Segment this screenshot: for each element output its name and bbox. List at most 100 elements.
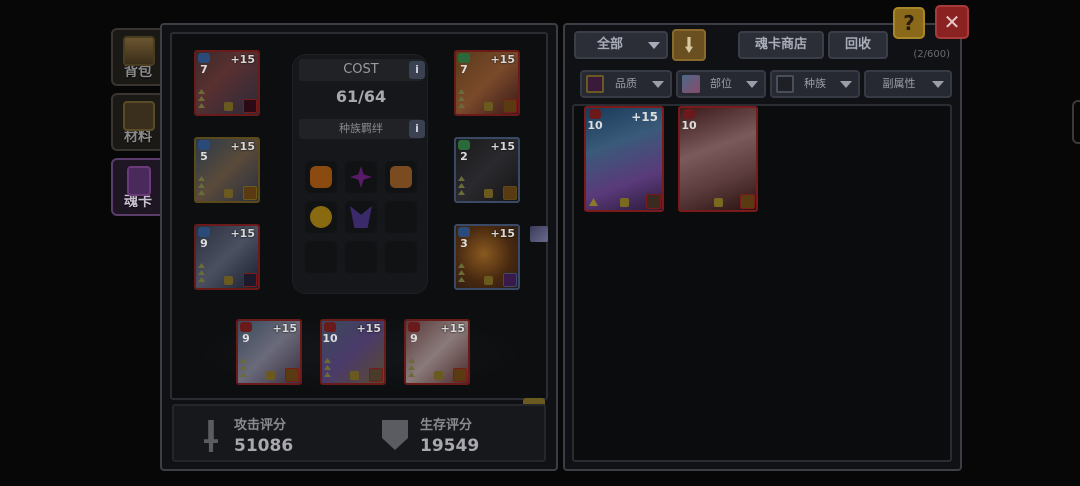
card-slot-right-1[interactable]: 7 +15: [454, 50, 520, 116]
survival-score-label: 生存评分: [420, 418, 473, 433]
card-count: (2/600): [913, 49, 950, 60]
level-badge: 9: [197, 226, 211, 252]
enhance-level: +15: [272, 322, 297, 335]
race-bond-info-button[interactable]: i: [409, 120, 425, 138]
race-icon: [369, 368, 383, 382]
lock-icon: [224, 276, 233, 285]
chevron-down-icon: [746, 81, 758, 88]
wing-icon: [350, 206, 372, 228]
card-slot-left-2[interactable]: 5 +15: [194, 137, 260, 203]
chest-icon: [123, 36, 155, 66]
race-icon: [243, 186, 257, 200]
lock-icon: [350, 371, 359, 380]
bond-slot-2[interactable]: [345, 161, 377, 193]
level-badge: 7: [197, 52, 211, 78]
star-column: [240, 358, 248, 377]
filter-all-dropdown[interactable]: 全部: [574, 31, 668, 59]
enhance-level: +15: [356, 322, 381, 335]
race-dropdown[interactable]: 种族: [770, 70, 860, 98]
card-slot-bottom-3[interactable]: 9 +15: [404, 319, 470, 385]
attack-score-label: 攻击评分: [234, 418, 287, 433]
lock-icon: [484, 189, 493, 198]
star-column: [324, 358, 332, 377]
bond-slot-3[interactable]: [385, 161, 417, 193]
race-icon: [503, 273, 517, 287]
star-column: [198, 176, 206, 195]
lock-icon: [620, 198, 629, 207]
sort-direction-button[interactable]: [672, 29, 706, 61]
race-icon: [740, 194, 755, 209]
skull-icon: [310, 206, 332, 228]
race-icon: [453, 368, 467, 382]
lock-icon: [484, 102, 493, 111]
card-slot-right-2[interactable]: 2 +15: [454, 137, 520, 203]
enhance-level: +15: [631, 110, 658, 124]
enhance-level: +15: [230, 140, 255, 153]
lock-icon: [224, 189, 233, 198]
card-slot-right-3[interactable]: 3 +15: [454, 224, 520, 290]
lock-icon: [484, 276, 493, 285]
race-icon: [646, 194, 661, 209]
star-column: [198, 89, 206, 108]
inventory-card-1[interactable]: 10 +15: [584, 106, 664, 212]
chevron-down-icon: [932, 81, 944, 88]
enhance-level: +15: [490, 140, 515, 153]
survival-score-value: 19549: [420, 436, 480, 456]
tab-materials[interactable]: 材料: [111, 93, 165, 151]
quality-icon: [586, 75, 604, 93]
level-badge: 10: [587, 109, 603, 132]
help-button[interactable]: ?: [893, 7, 925, 39]
race-grid-icon: [776, 75, 794, 93]
star-icon: [589, 198, 598, 206]
bond-slot-1[interactable]: [305, 161, 337, 193]
bond-slot-7[interactable]: [305, 241, 337, 273]
edge-handle[interactable]: [1072, 100, 1080, 144]
bond-slot-8[interactable]: [345, 241, 377, 273]
level-badge: 10: [322, 321, 338, 347]
card-slot-bottom-1[interactable]: 9 +15: [236, 319, 302, 385]
quality-dropdown[interactable]: 品质: [580, 70, 672, 98]
soul-card-shop-button[interactable]: 魂卡商店: [738, 31, 824, 59]
race-icon: [243, 273, 257, 287]
enhance-level: +15: [490, 53, 515, 66]
card-slot-bottom-2[interactable]: 10 +15: [320, 319, 386, 385]
star-column: [198, 263, 206, 282]
star-column: [458, 89, 466, 108]
cost-title: COST: [299, 59, 423, 81]
bond-slot-6[interactable]: [385, 201, 417, 233]
card-slot-left-1[interactable]: 7 +15: [194, 50, 260, 116]
level-badge: 5: [197, 139, 211, 165]
tab-soul-card[interactable]: 魂卡: [111, 158, 165, 216]
close-button[interactable]: ✕: [935, 5, 969, 39]
recycle-button[interactable]: 回收: [828, 31, 888, 59]
tab-backpack[interactable]: 背包: [111, 28, 165, 86]
bond-slot-5[interactable]: [345, 201, 377, 233]
star-column: [408, 358, 416, 377]
chevron-down-icon: [648, 42, 660, 49]
help-icon: ?: [903, 11, 915, 35]
close-icon: ✕: [943, 10, 961, 34]
sub-attribute-dropdown[interactable]: 副属性: [864, 70, 952, 98]
race-bond-title: 种族羁绊: [299, 119, 423, 139]
enhance-level: +15: [440, 322, 465, 335]
level-badge: 9: [239, 321, 253, 347]
chevron-down-icon: [840, 81, 852, 88]
lock-icon: [434, 371, 443, 380]
inventory-card-2[interactable]: 10: [678, 106, 758, 212]
flower-icon: [350, 166, 372, 188]
level-badge: 2: [457, 139, 471, 165]
race-icon: [503, 99, 517, 113]
bond-slot-4[interactable]: [305, 201, 337, 233]
position-dropdown[interactable]: 部位: [676, 70, 766, 98]
shield-icon: [382, 420, 408, 450]
cost-value: 61/64: [335, 87, 387, 106]
level-badge: 7: [457, 52, 471, 78]
card-slot-left-3[interactable]: 9 +15: [194, 224, 260, 290]
cost-info-button[interactable]: i: [409, 61, 425, 79]
chevron-down-icon: [652, 81, 664, 88]
bond-slot-9[interactable]: [385, 241, 417, 273]
sword-icon: [204, 420, 218, 452]
race-icon: [285, 368, 299, 382]
enhance-level: +15: [230, 227, 255, 240]
lock-icon: [224, 102, 233, 111]
